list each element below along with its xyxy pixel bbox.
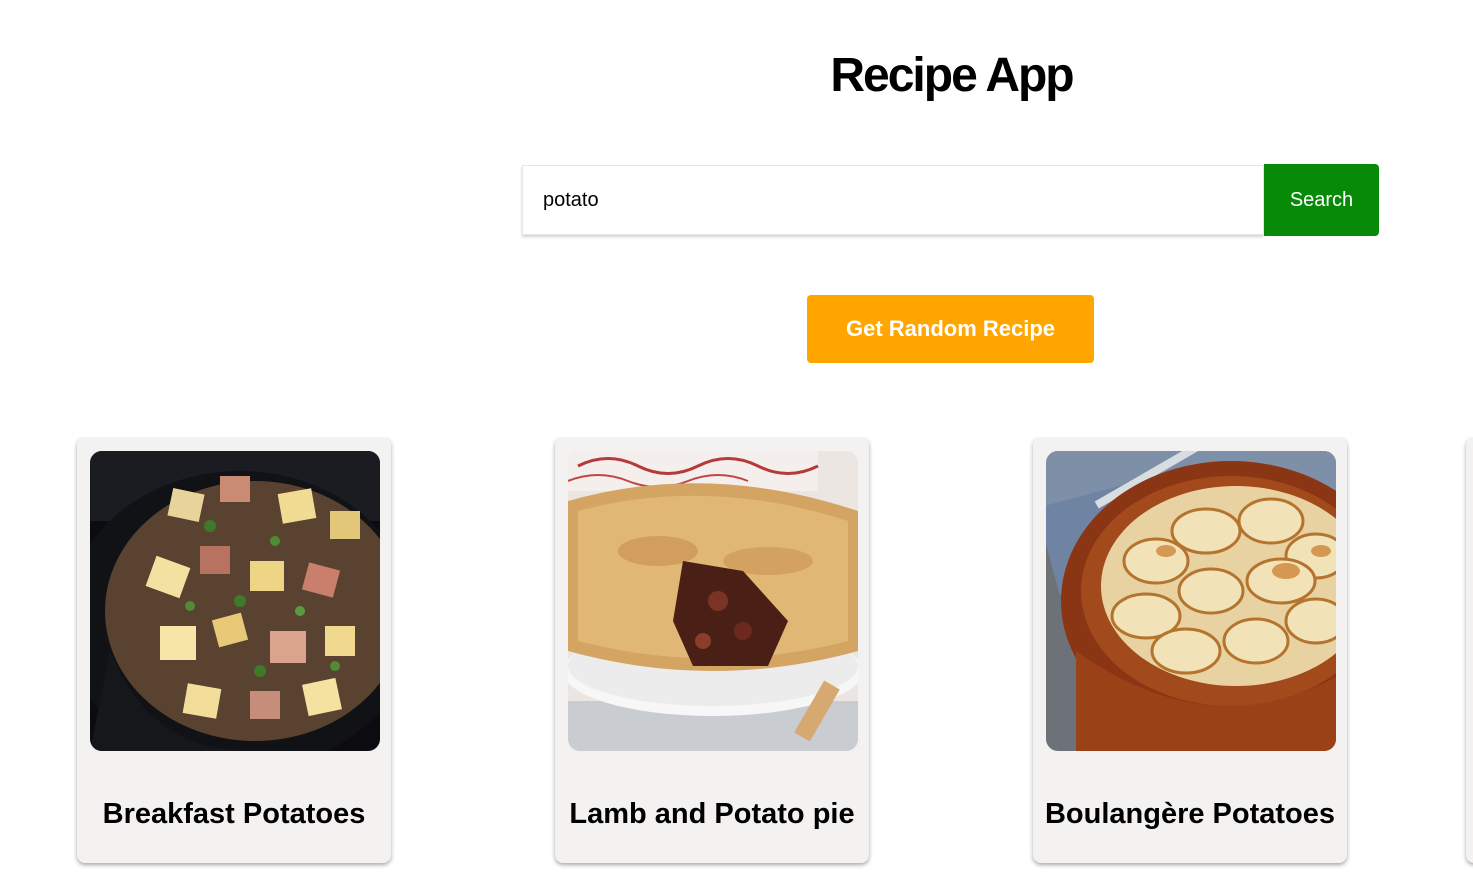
recipe-card[interactable]: Lamb and Potato pie [555, 437, 869, 863]
lamb-pie-photo [568, 451, 858, 751]
page-title: Recipe App [830, 49, 1074, 102]
search-bar: Search [522, 164, 1379, 236]
potato-hash-skillet-photo [90, 451, 380, 751]
recipe-image [90, 451, 380, 751]
get-random-recipe-button[interactable]: Get Random Recipe [807, 295, 1094, 363]
recipe-image [1046, 451, 1336, 751]
recipe-card[interactable]: Breakfast Potatoes [77, 437, 391, 863]
recipe-card-partial[interactable] [1466, 437, 1473, 863]
recipe-name: Boulangère Potatoes [1044, 798, 1336, 830]
recipe-image [568, 451, 858, 751]
recipe-name: Lamb and Potato pie [569, 798, 855, 830]
search-input[interactable] [522, 165, 1264, 235]
recipe-name: Breakfast Potatoes [102, 798, 366, 830]
boulangere-potatoes-photo [1046, 451, 1336, 751]
recipe-results: Breakfast Potatoes Lamb and Potato pie B… [0, 437, 1473, 888]
search-button[interactable]: Search [1264, 164, 1379, 236]
recipe-app-page: Recipe App Search Get Random Recipe [0, 0, 1473, 888]
recipe-card[interactable]: Boulangère Potatoes [1033, 437, 1347, 863]
